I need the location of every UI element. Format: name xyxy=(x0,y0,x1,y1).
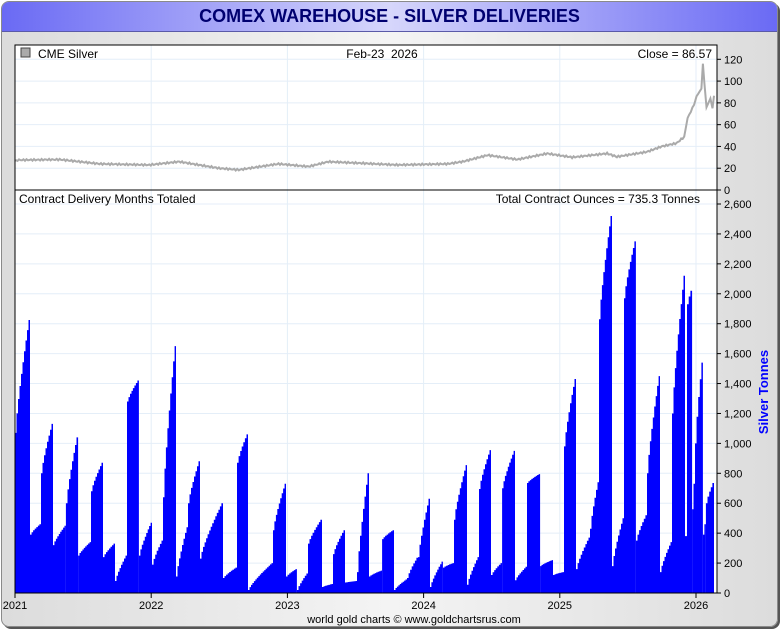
delivery-month-area xyxy=(687,290,693,593)
delivery-month-area xyxy=(540,560,553,593)
price-tick-label: 20 xyxy=(724,163,736,175)
year-tick-label: 2025 xyxy=(548,600,572,612)
year-tick-label: 2023 xyxy=(275,600,299,612)
tonnes-tick-label: 800 xyxy=(724,468,742,480)
price-axis: 0 20 40 60 80 100 120 xyxy=(717,54,742,197)
date-label: Feb-23 2026 xyxy=(346,47,418,61)
tonnes-tick-label: 400 xyxy=(724,528,742,540)
price-tick-label: 80 xyxy=(724,98,736,110)
delivery-month-area xyxy=(382,530,394,593)
delivery-month-area xyxy=(30,524,41,593)
delivery-month-area xyxy=(237,434,248,593)
tonnes-axis: 0 200 400 600 800 1,000 1,200 1,400 1,600 1,800 2,… xyxy=(717,199,752,600)
y-axis-title: Silver Tonnes xyxy=(756,350,771,434)
tonnes-tick-label: 1,600 xyxy=(724,349,752,361)
price-tick-label: 100 xyxy=(724,76,742,88)
delivery-month-area xyxy=(553,572,564,593)
price-tick-label: 0 xyxy=(724,185,730,197)
year-tick-label: 2024 xyxy=(411,600,435,612)
delivery-month-area xyxy=(442,563,454,593)
year-tick-label: 2021 xyxy=(3,600,27,612)
year-axis: 2021 2022 2023 2024 2025 2026 xyxy=(3,593,708,612)
footer-credit: world gold charts © www.goldchartsrus.co… xyxy=(306,614,521,626)
delivery-month-area xyxy=(345,581,357,593)
tonnes-tick-label: 1,200 xyxy=(724,408,752,420)
chart-svg: CME Silver Feb-23 2026 Close = 86.57 Con… xyxy=(3,44,771,626)
tonnes-tick-label: 1,800 xyxy=(724,319,752,331)
year-tick-label: 2022 xyxy=(139,600,163,612)
tonnes-tick-label: 1,400 xyxy=(724,379,752,391)
bottom-panel-title: Contract Delivery Months Totaled xyxy=(19,192,196,206)
delivery-month-area xyxy=(624,241,636,593)
tonnes-tick-label: 1,000 xyxy=(724,438,752,450)
close-label: Close = 86.57 xyxy=(638,47,713,61)
tonnes-tick-label: 2,600 xyxy=(724,199,752,211)
legend-cme-silver: CME Silver xyxy=(38,47,98,61)
delivery-month-area xyxy=(527,474,541,593)
price-tick-label: 60 xyxy=(724,120,736,132)
tonnes-tick-label: 2,400 xyxy=(724,229,752,241)
tonnes-tick-label: 600 xyxy=(724,498,742,510)
tonnes-tick-label: 0 xyxy=(724,588,730,600)
tonnes-tick-label: 200 xyxy=(724,558,742,570)
price-tick-label: 120 xyxy=(724,54,742,66)
price-tick-label: 40 xyxy=(724,141,736,153)
gray-square-icon xyxy=(20,47,31,58)
year-tick-label: 2026 xyxy=(684,600,708,612)
tonnes-tick-label: 2,000 xyxy=(724,289,752,301)
delivery-month-area xyxy=(685,536,687,593)
delivery-month-area xyxy=(127,380,139,593)
total-contract-label: Total Contract Ounces = 735.3 Tonnes xyxy=(496,192,700,206)
tonnes-tick-label: 2,200 xyxy=(724,259,752,271)
